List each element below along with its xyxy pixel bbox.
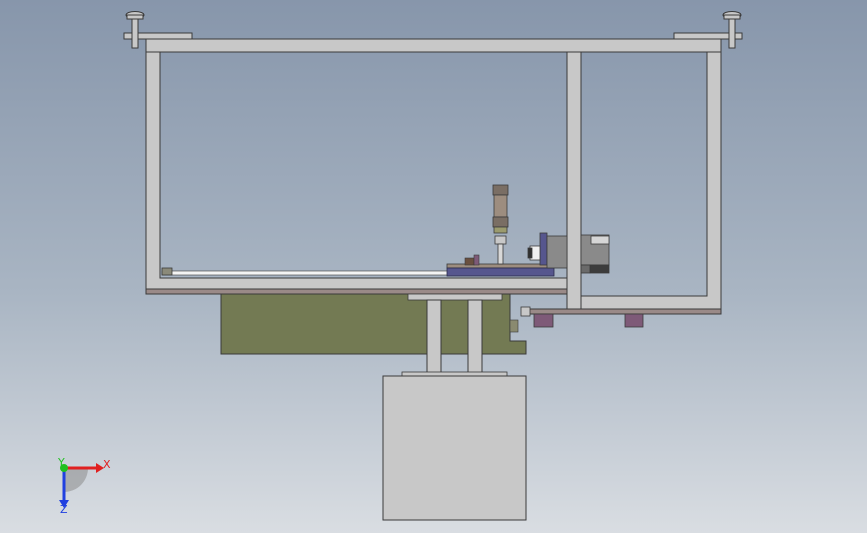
z-axis-label: Z xyxy=(60,503,68,516)
frame-left-bay xyxy=(145,38,568,293)
coordinate-triad: X Y Z xyxy=(57,456,111,516)
column-left xyxy=(426,299,442,374)
column-right xyxy=(467,299,483,374)
frame-right-bottom-rail xyxy=(527,308,722,315)
slide-plate xyxy=(446,263,554,269)
assembly-drawing: X Y Z xyxy=(57,11,743,521)
pad-right xyxy=(624,313,644,328)
slide-blue-block xyxy=(446,267,555,277)
strip-end-block xyxy=(161,267,173,276)
clamp-small xyxy=(464,257,475,266)
clamp-small-2 xyxy=(473,254,480,266)
gearbox-flange xyxy=(407,293,503,301)
rail-bracket xyxy=(520,306,531,317)
frame-top-beam xyxy=(145,38,722,53)
cad-viewport[interactable]: X Y Z xyxy=(0,0,867,533)
y-axis-label: Y xyxy=(57,456,65,469)
x-axis-label: X xyxy=(103,458,111,471)
frame-bottom-rail xyxy=(145,288,568,295)
frame-middle-post xyxy=(566,51,582,311)
lower-motor-block xyxy=(382,375,527,521)
pneumatic-cylinder xyxy=(492,184,509,265)
gearbox-side-detail xyxy=(509,319,519,333)
pad-left xyxy=(533,313,554,328)
